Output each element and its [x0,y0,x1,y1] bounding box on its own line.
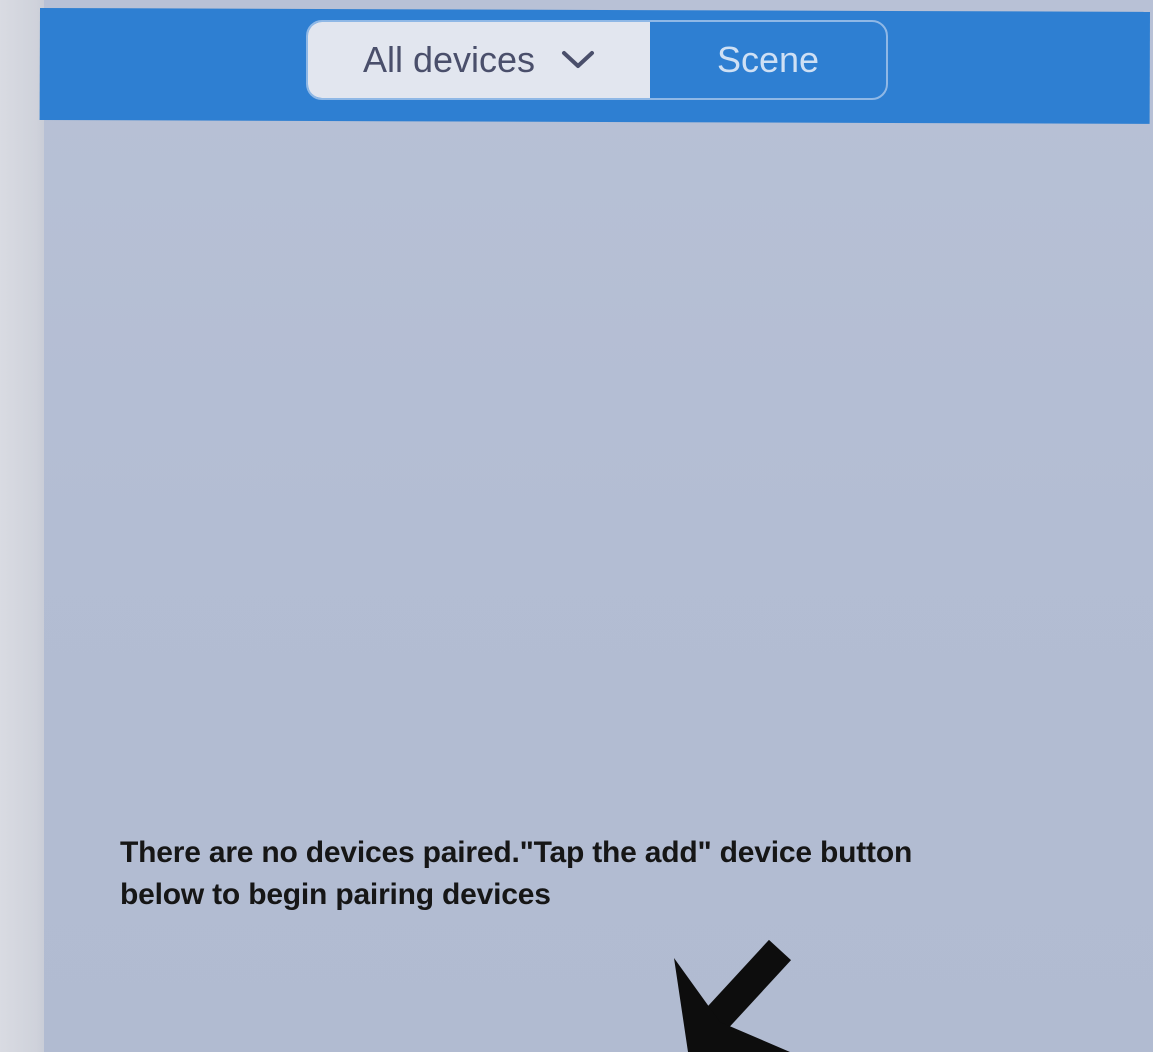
all-devices-label: All devices [362,39,536,80]
all-devices-dropdown[interactable]: All devices [308,22,650,98]
empty-state-message: There are no devices paired."Tap the add… [120,832,1120,916]
view-switcher: All devices Scene [306,20,888,100]
empty-state-line-2: below to begin pairing devices [120,878,551,911]
scene-tab-label: Scene [716,39,820,80]
tab-scene[interactable]: Scene [650,22,886,98]
empty-state-line-1: There are no devices paired."Tap the add… [120,836,913,869]
arrow-down-left-icon [674,939,792,1052]
chevron-down-icon [562,51,595,68]
